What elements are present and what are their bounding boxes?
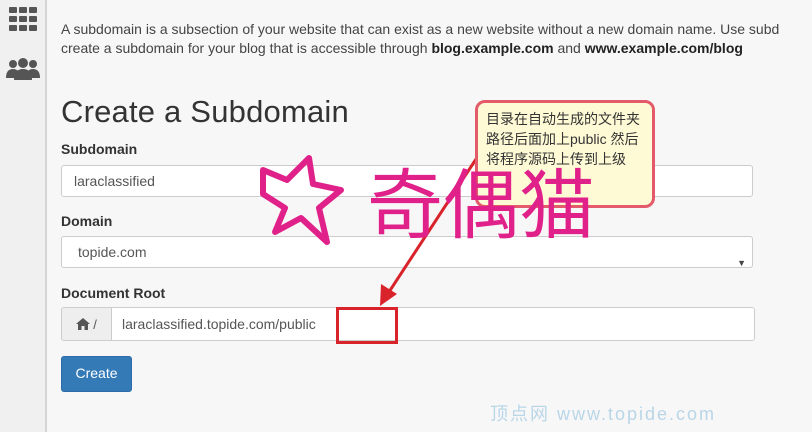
main-content: A subdomain is a subsection of your webs… bbox=[47, 0, 812, 432]
footer-watermark: 顶点网 www.topide.com bbox=[490, 404, 717, 424]
sidebar-item-apps[interactable] bbox=[0, 2, 45, 36]
sidebar bbox=[0, 0, 47, 432]
users-icon bbox=[5, 58, 40, 80]
grid-icon bbox=[8, 7, 37, 31]
sidebar-item-users[interactable] bbox=[0, 52, 45, 86]
brand-watermark-text: 奇偶猫 bbox=[367, 161, 595, 250]
brand-watermark: 奇偶猫 bbox=[260, 155, 595, 250]
